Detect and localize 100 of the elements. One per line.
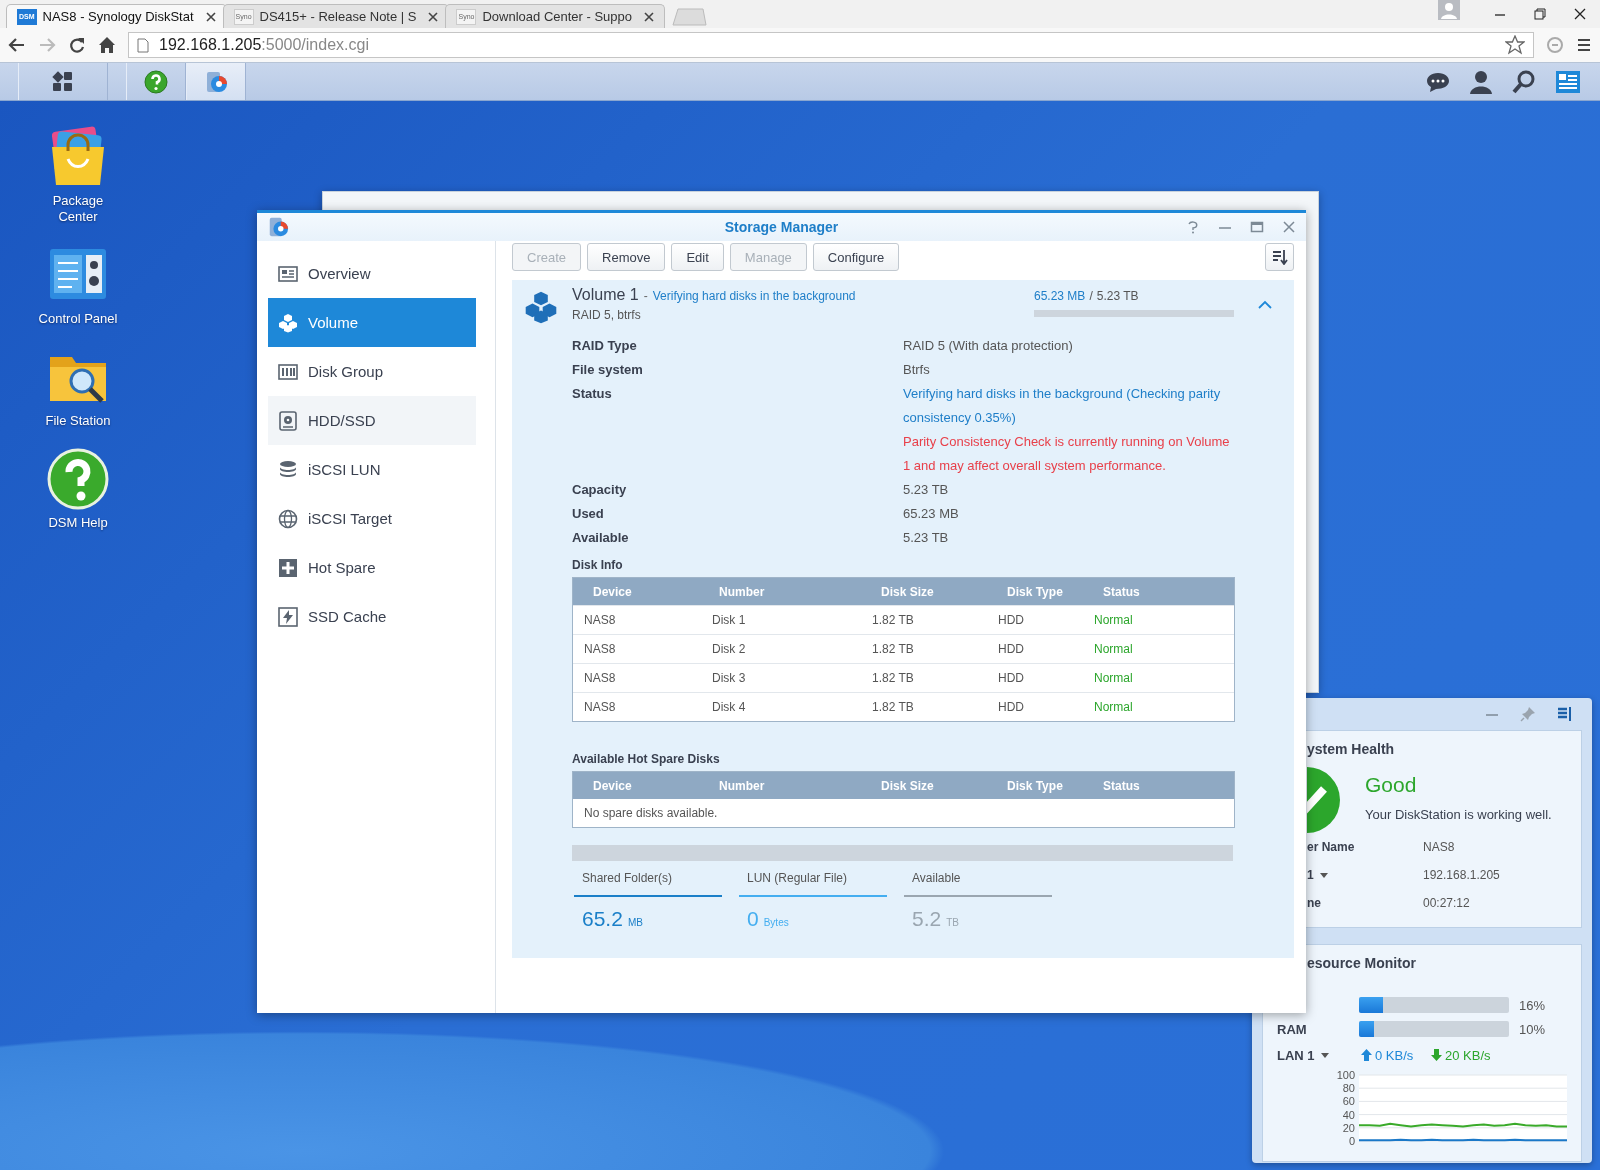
collapse-icon[interactable]: [1556, 706, 1572, 722]
stat-unit: MB: [627, 917, 643, 928]
star-icon[interactable]: [1505, 35, 1525, 55]
table-cell-text: HDD: [997, 613, 1025, 627]
widgets-icon[interactable]: [1555, 69, 1581, 94]
collapse-chevron-icon[interactable]: [1258, 300, 1272, 309]
bars-icon: [278, 361, 298, 382]
column-header: Number: [718, 778, 766, 793]
toolbar-button[interactable]: Configure: [812, 243, 900, 271]
desktop-icon-label[interactable]: File Station: [38, 413, 118, 429]
tick-label: 100: [1336, 1071, 1355, 1081]
volume-subtitle: RAID 5, btrfs: [572, 308, 642, 322]
table-cell-text: Disk 1: [711, 613, 747, 627]
taskbar-app-button[interactable]: [18, 63, 108, 100]
home-icon[interactable]: [98, 36, 116, 54]
desktop-icon-label[interactable]: Package Center: [38, 193, 118, 225]
meter-reading: 10%: [1519, 1021, 1546, 1037]
column-header: Disk Type: [1006, 584, 1064, 599]
back-icon[interactable]: [8, 36, 26, 54]
stat-label: LUN (Regular File): [746, 870, 849, 887]
stat-unit: Bytes: [763, 917, 789, 928]
sort-button[interactable]: [1265, 243, 1294, 271]
stat-label: Available: [911, 870, 962, 887]
stat-value: 65.2: [582, 907, 623, 931]
health-message: Your DiskStation is working well.: [1365, 807, 1552, 822]
cubes-icon: [278, 312, 298, 333]
sidebar-item[interactable]: Overview: [268, 249, 476, 298]
table-cell-text: Disk 3: [711, 671, 747, 685]
sidebar-item[interactable]: HDD/SSD: [268, 396, 476, 445]
taskbar-app-button[interactable]: [126, 63, 186, 100]
table-cell-text: NAS8: [583, 613, 617, 627]
section-title: Available Hot Spare Disks: [572, 752, 721, 766]
section-title: Disk Info: [572, 558, 624, 572]
sidebar-item[interactable]: Volume: [268, 298, 476, 347]
close-icon[interactable]: [205, 11, 216, 22]
lightning-icon: [278, 606, 298, 627]
separator-text: /: [1089, 289, 1093, 303]
download-arrow-icon: [1431, 1049, 1442, 1061]
sidebar-item[interactable]: iSCSI Target: [268, 494, 476, 543]
chat-icon[interactable]: [1426, 70, 1450, 93]
address-field[interactable]: 192.168.1.205:5000/index.cgi: [128, 32, 1534, 58]
tick-label: 40: [1342, 1108, 1355, 1121]
info-label: ne: [1307, 896, 1322, 910]
detail-value: Btrfs: [903, 361, 931, 379]
info-value: 00:27:12: [1423, 896, 1470, 910]
stat-value: 5.2: [912, 907, 942, 931]
desktop-icon-label[interactable]: Control Panel: [38, 311, 118, 327]
tick-label: 60: [1342, 1095, 1355, 1108]
detail-label: Used: [572, 505, 605, 523]
stat-value: 0: [747, 907, 759, 931]
toolbar-button[interactable]: Edit: [671, 243, 724, 271]
tick-label: 80: [1342, 1082, 1355, 1095]
volume-status: Verifying hard disks in the background: [652, 289, 856, 303]
maximize-icon[interactable]: [1250, 220, 1264, 234]
meter-reading: 16%: [1519, 997, 1546, 1013]
info-value: NAS8: [1423, 840, 1455, 854]
user-icon[interactable]: [1469, 69, 1493, 94]
sidebar-item[interactable]: Disk Group: [268, 347, 476, 396]
table-cell-text: Normal: [1093, 671, 1134, 685]
column-header: Status: [1102, 584, 1141, 599]
plus-icon: [278, 557, 298, 578]
table-cell-text: Normal: [1093, 700, 1134, 714]
help-icon[interactable]: [1186, 220, 1200, 234]
table-cell-text: Normal: [1093, 613, 1134, 627]
dropdown-label[interactable]: 1: [1307, 868, 1423, 882]
toolbar-button[interactable]: Remove: [587, 243, 666, 271]
table-cell-text: HDD: [997, 700, 1025, 714]
url-text: 192.168.1.205:5000/index.cgi: [159, 36, 369, 54]
upload-arrow-icon: [1361, 1049, 1372, 1061]
page-icon: [137, 37, 149, 53]
table-cell-text: 1.82 TB: [871, 700, 915, 714]
disk-chart-icon: [204, 69, 228, 94]
sidebar-item[interactable]: iSCSI LUN: [268, 445, 476, 494]
dropdown-label[interactable]: LAN 1: [1277, 1047, 1361, 1063]
column-header: Status: [1102, 778, 1141, 793]
desktop-icon-label[interactable]: DSM Help: [38, 515, 118, 531]
close-icon[interactable]: [644, 11, 655, 22]
volume-name: Volume 1: [572, 286, 639, 304]
empty-message: No spare disks available.: [583, 805, 719, 822]
column-header: Device: [592, 778, 633, 793]
close-icon[interactable]: [428, 11, 439, 22]
sidebar-item[interactable]: Hot Spare: [268, 543, 476, 592]
sidebar-item[interactable]: SSD Cache: [268, 592, 476, 641]
table-cell-text: NAS8: [583, 671, 617, 685]
reload-icon[interactable]: [68, 36, 86, 54]
taskbar-app-button[interactable]: [186, 63, 246, 100]
detail-label: Capacity: [572, 481, 628, 499]
menu-icon[interactable]: [1576, 37, 1592, 53]
search-icon[interactable]: [1512, 69, 1536, 94]
column-header: Device: [592, 584, 633, 599]
table-cell-text: Disk 2: [711, 642, 747, 656]
card-title: esource Monitor: [1306, 955, 1417, 971]
table-cell-text: 1.82 TB: [871, 613, 915, 627]
health-status: Good: [1365, 773, 1418, 797]
app-icon: [267, 216, 289, 238]
list-icon: [278, 263, 298, 284]
column-header: Disk Type: [1006, 778, 1064, 793]
help-icon[interactable]: [46, 447, 110, 511]
database-icon: [278, 459, 298, 480]
detail-value: Parity Consistency Check is currently running on Volume 1 and may affect overall system performance.: [903, 433, 1231, 475]
